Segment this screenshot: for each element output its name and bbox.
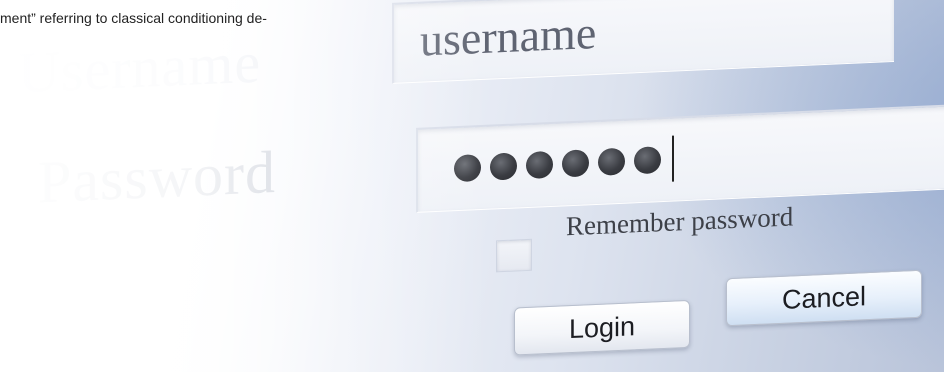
username-value: username bbox=[420, 6, 597, 66]
password-mask bbox=[454, 135, 674, 191]
login-photo-scene: Username username Password Remember pass… bbox=[0, 0, 944, 372]
password-dot-icon bbox=[562, 148, 589, 177]
password-dot-icon bbox=[526, 150, 553, 179]
text-caret-icon bbox=[672, 135, 674, 182]
password-dot-icon bbox=[598, 147, 625, 176]
caption-text: ment” referring to classical conditionin… bbox=[0, 10, 267, 26]
remember-password-label: Remember password bbox=[566, 201, 794, 242]
password-dot-icon bbox=[490, 151, 517, 181]
login-dialog: Username username Password Remember pass… bbox=[0, 0, 944, 372]
password-dot-icon bbox=[454, 153, 481, 182]
password-field[interactable] bbox=[416, 103, 944, 213]
cancel-button[interactable]: Cancel bbox=[726, 269, 922, 327]
username-field[interactable]: username bbox=[392, 0, 894, 84]
username-label: Username bbox=[18, 29, 262, 106]
login-button[interactable]: Login bbox=[514, 299, 690, 356]
password-label: Password bbox=[38, 138, 277, 216]
password-dot-icon bbox=[634, 145, 661, 174]
remember-password-checkbox[interactable] bbox=[496, 238, 532, 273]
